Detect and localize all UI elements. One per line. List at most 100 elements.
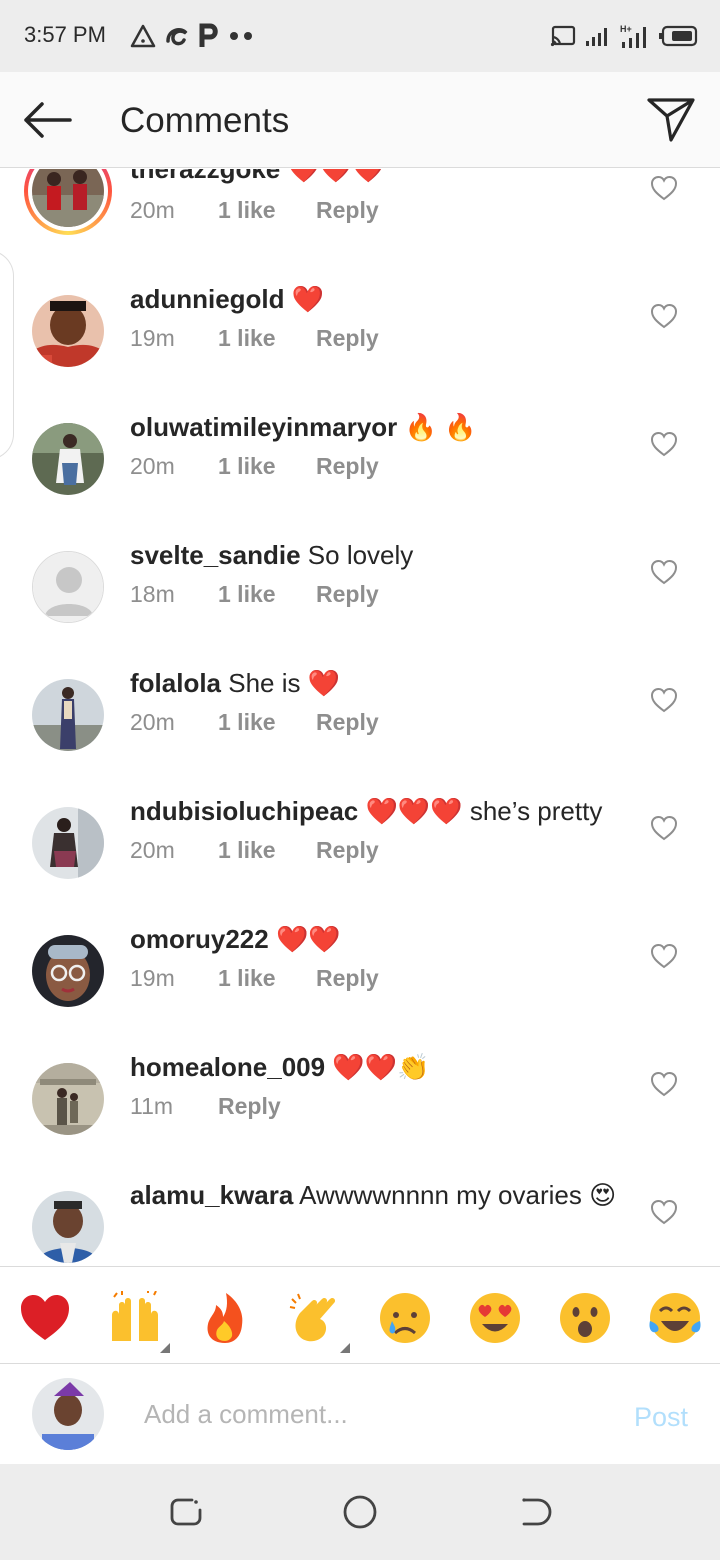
comment-meta: 19m 1 like Reply	[130, 965, 379, 992]
comment-username[interactable]: omoruy222	[130, 924, 269, 954]
page-title: Comments	[120, 101, 290, 140]
reply-button[interactable]: Reply	[316, 325, 379, 352]
warning-triangle-icon	[130, 24, 156, 48]
avatar[interactable]	[32, 807, 104, 879]
back-button[interactable]	[20, 98, 76, 142]
comment-username[interactable]: svelte_sandie	[130, 540, 301, 570]
comment-emoji: 🔥 🔥	[404, 412, 477, 442]
recents-icon[interactable]	[168, 1494, 204, 1530]
like-heart-icon[interactable]	[650, 303, 678, 329]
status-bar: 3:57 PM H+	[0, 0, 720, 72]
like-heart-icon[interactable]	[650, 1071, 678, 1097]
p-app-icon	[199, 23, 218, 47]
raising-hands-emoji-icon[interactable]	[108, 1291, 162, 1345]
share-button[interactable]	[646, 96, 696, 144]
red-heart-emoji-icon[interactable]	[18, 1291, 72, 1345]
reply-button[interactable]: Reply	[316, 837, 379, 864]
reply-button[interactable]: Reply	[316, 197, 379, 224]
comment-emoji: ❤️❤️👏	[332, 1052, 430, 1082]
reply-button[interactable]: Reply	[316, 453, 379, 480]
reply-button[interactable]: Reply	[316, 965, 379, 992]
comment-emoji: ❤️❤️❤️	[365, 796, 463, 826]
reply-button[interactable]: Reply	[316, 709, 379, 736]
comment-time: 19m	[130, 965, 175, 991]
default-avatar[interactable]	[32, 551, 104, 623]
paper-plane-icon	[647, 98, 695, 142]
comment-time: 20m	[130, 837, 175, 863]
avatar[interactable]	[32, 1063, 104, 1135]
comment-username[interactable]: folalola	[130, 668, 221, 698]
comment-item: oluwatimileyinmaryor 🔥 🔥 20m 1 like Reply	[0, 411, 720, 539]
comment-body: oluwatimileyinmaryor 🔥 🔥	[130, 411, 630, 443]
like-heart-icon[interactable]	[650, 559, 678, 585]
variant-indicator	[160, 1343, 170, 1353]
comment-emoji: ❤️	[291, 284, 325, 314]
comment-username[interactable]: alamu_kwara	[130, 1180, 293, 1210]
signal-icon	[586, 28, 607, 46]
comment-text: she’s pretty	[469, 796, 603, 826]
avatar[interactable]	[32, 423, 104, 495]
comment-likes[interactable]: 1 like	[218, 453, 316, 480]
comment-time: 11m	[130, 1093, 174, 1119]
avatar[interactable]	[32, 1191, 104, 1263]
comment-likes[interactable]: 1 like	[218, 709, 316, 736]
comment-body: alamu_kwara Awwwwnnnn my ovaries 😍	[130, 1179, 630, 1211]
status-right-icons: H+	[550, 20, 698, 52]
comment-meta: 11m Reply	[130, 1093, 281, 1120]
like-heart-icon[interactable]	[650, 431, 678, 457]
comment-time: 19m	[130, 325, 175, 351]
comment-likes[interactable]: 1 like	[218, 197, 316, 224]
comment-body: therazzgoke ❤️❤️❤️	[130, 169, 630, 185]
heart-eyes-emoji-icon[interactable]	[468, 1291, 522, 1345]
sync-swirl-icon	[166, 27, 188, 46]
clapping-hands-emoji-icon[interactable]	[288, 1291, 342, 1345]
system-nav-bar	[0, 1464, 720, 1560]
reply-button[interactable]: Reply	[218, 1093, 281, 1120]
comment-composer: Post	[0, 1364, 720, 1464]
comment-username[interactable]: therazzgoke	[130, 169, 280, 184]
comment-username[interactable]: homealone_009	[130, 1052, 325, 1082]
emoji-quick-bar	[0, 1266, 720, 1364]
comment-likes[interactable]: 1 like	[218, 965, 316, 992]
comment-input[interactable]	[144, 1394, 584, 1434]
avatar[interactable]	[32, 935, 104, 1007]
cast-icon	[550, 25, 576, 47]
surprised-face-emoji-icon[interactable]	[558, 1291, 612, 1345]
tears-of-joy-emoji-icon[interactable]	[648, 1291, 702, 1345]
fire-emoji-icon[interactable]	[198, 1291, 252, 1345]
post-button[interactable]: Post	[634, 1402, 688, 1433]
like-heart-icon[interactable]	[650, 1199, 678, 1225]
back-nav-icon[interactable]	[516, 1494, 552, 1530]
comment-time: 18m	[130, 581, 175, 607]
my-avatar[interactable]	[32, 1378, 104, 1450]
comment-item: therazzgoke ❤️❤️❤️ 20m 1 like Reply	[0, 169, 720, 283]
comment-item: omoruy222 ❤️❤️ 19m 1 like Reply	[0, 923, 720, 1051]
comment-likes[interactable]: 1 like	[218, 837, 316, 864]
avatar[interactable]	[32, 679, 104, 751]
comment-item: svelte_sandie So lovely 18m 1 like Reply	[0, 539, 720, 667]
comment-item: ndubisioluchipeac ❤️❤️❤️ she’s pretty 20…	[0, 795, 720, 923]
comment-emoji: ❤️❤️❤️	[287, 169, 385, 184]
comment-likes[interactable]: 1 like	[218, 581, 316, 608]
comment-username[interactable]: oluwatimileyinmaryor	[130, 412, 397, 442]
story-ring[interactable]	[24, 169, 112, 235]
comment-text: Awwwwnnnn my ovaries	[299, 1180, 582, 1210]
avatar[interactable]	[32, 295, 104, 367]
comment-likes[interactable]: 1 like	[218, 325, 316, 352]
comment-time: 20m	[130, 709, 175, 735]
like-heart-icon[interactable]	[650, 175, 678, 201]
variant-indicator	[340, 1343, 350, 1353]
reply-button[interactable]: Reply	[316, 581, 379, 608]
comment-text: She is	[228, 668, 301, 698]
comments-list[interactable]: therazzgoke ❤️❤️❤️ 20m 1 like Reply adunni…	[0, 169, 720, 1266]
home-circle-icon[interactable]	[342, 1494, 378, 1530]
like-heart-icon[interactable]	[650, 815, 678, 841]
like-heart-icon[interactable]	[650, 943, 678, 969]
comment-meta: 19m 1 like Reply	[130, 325, 379, 352]
comment-body: homealone_009 ❤️❤️👏	[130, 1051, 630, 1083]
like-heart-icon[interactable]	[650, 687, 678, 713]
crying-face-emoji-icon[interactable]	[378, 1291, 432, 1345]
comment-username[interactable]: ndubisioluchipeac	[130, 796, 358, 826]
comment-username[interactable]: adunniegold	[130, 284, 285, 314]
comment-body: folalola She is ❤️	[130, 667, 630, 699]
